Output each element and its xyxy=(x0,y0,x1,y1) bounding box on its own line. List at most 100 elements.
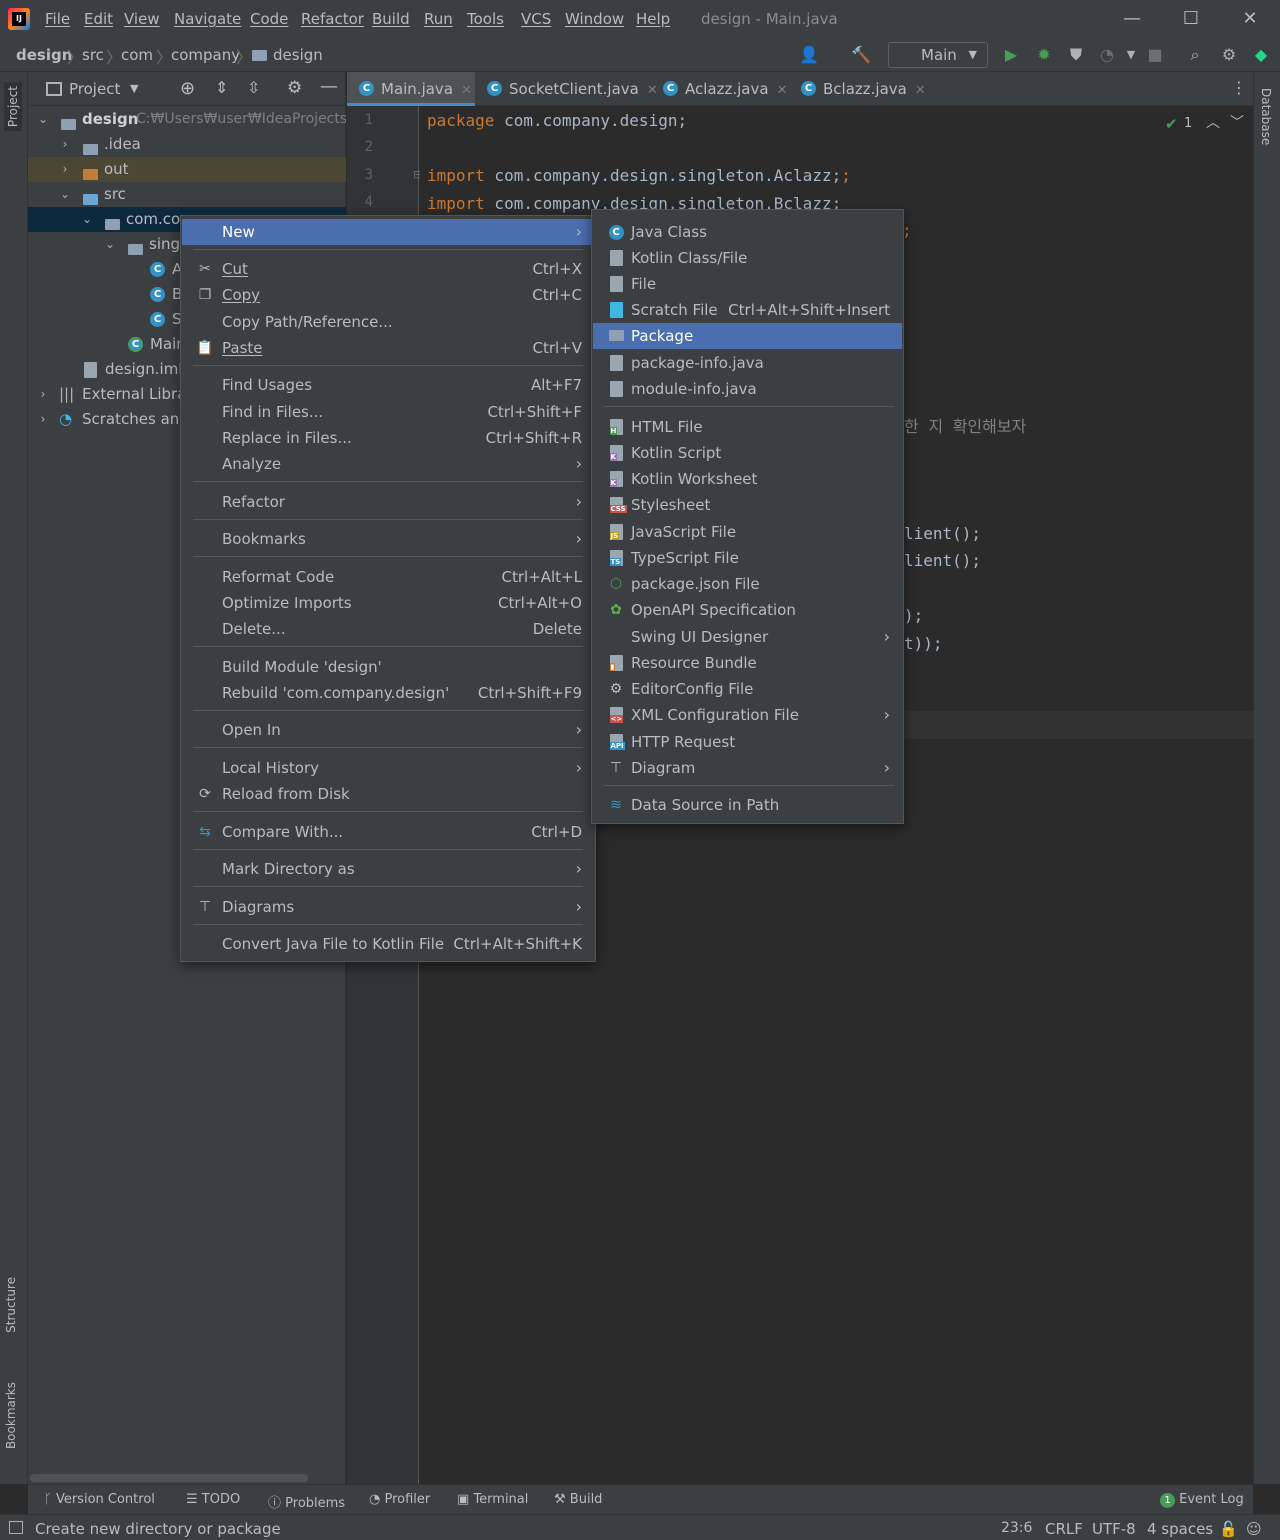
new-editorconfig-file[interactable]: ⚙ EditorConfig File xyxy=(593,676,902,702)
tree-item-out[interactable]: › out xyxy=(28,157,346,182)
event-log-tool[interactable]: 1 Event Log xyxy=(1160,1492,1244,1508)
menu-edit[interactable]: Edit xyxy=(84,10,113,28)
menu-item-new[interactable]: New › xyxy=(182,219,594,245)
close-button[interactable]: ✕ xyxy=(1237,6,1263,32)
hide-panel-icon[interactable]: — xyxy=(320,76,338,97)
menu-item-bookmarks[interactable]: Bookmarks › xyxy=(182,526,594,552)
coverage-icon[interactable]: ⛊ xyxy=(1065,44,1087,66)
menu-help[interactable]: Help xyxy=(636,10,670,28)
menu-build[interactable]: Build xyxy=(372,10,410,28)
menu-item-compare-with[interactable]: ⇆ Compare With... Ctrl+D xyxy=(182,819,594,845)
gear-icon[interactable]: ⚙ xyxy=(287,78,302,98)
new-package-json[interactable]: ⬡ package.json File xyxy=(593,571,902,597)
bookmarks-tool-tab[interactable]: Bookmarks xyxy=(4,1382,18,1449)
version-control-tool[interactable]: ᚴ Version Control xyxy=(44,1492,155,1507)
chevron-down-icon[interactable]: ⌄ xyxy=(80,207,94,232)
menu-item-build-module[interactable]: Build Module 'design' xyxy=(182,654,594,680)
menu-item-find-in-files[interactable]: Find in Files... Ctrl+Shift+F xyxy=(182,399,594,425)
menu-item-diagrams[interactable]: ⊤ Diagrams › xyxy=(182,894,594,920)
project-tool-tab[interactable]: Project xyxy=(4,82,22,132)
new-openapi-specification[interactable]: ✿ OpenAPI Specification xyxy=(593,597,902,623)
user-account-icon[interactable]: 👤▾ xyxy=(798,44,820,86)
new-scratch-file[interactable]: Scratch File Ctrl+Alt+Shift+Insert xyxy=(593,297,902,323)
profile-icon[interactable]: ◔ xyxy=(1096,44,1118,66)
close-tab-icon[interactable]: ✕ xyxy=(915,83,926,98)
menu-vcs[interactable]: VCS xyxy=(521,10,551,28)
menu-item-reformat-code[interactable]: Reformat Code Ctrl+Alt+L xyxy=(182,564,594,590)
inspection-ok-icon[interactable]: ✔ xyxy=(1165,115,1178,133)
minimize-button[interactable]: — xyxy=(1119,6,1145,32)
chevron-right-icon[interactable]: › xyxy=(58,132,72,157)
menu-item-copy-path[interactable]: Copy Path/Reference... xyxy=(182,309,594,335)
expand-all-icon[interactable]: ⇕ xyxy=(215,78,228,97)
chevron-right-icon[interactable]: › xyxy=(36,382,50,407)
menu-item-rebuild[interactable]: Rebuild 'com.company.design' Ctrl+Shift+F… xyxy=(182,680,594,706)
tab-socketclient-java[interactable]: C SocketClient.java ✕ xyxy=(475,72,658,106)
new-swing-ui-designer[interactable]: Swing UI Designer › xyxy=(593,624,902,650)
menu-item-optimize-imports[interactable]: Optimize Imports Ctrl+Alt+O xyxy=(182,590,594,616)
chevron-down-icon[interactable]: ▼ xyxy=(130,82,138,95)
toggle-tool-windows-icon[interactable] xyxy=(9,1521,23,1534)
new-java-class[interactable]: C Java Class xyxy=(593,219,902,245)
indent-setting[interactable]: 4 spaces xyxy=(1147,1520,1213,1538)
new-stylesheet[interactable]: CSS Stylesheet xyxy=(593,492,902,518)
new-xml-configuration-file[interactable]: <> XML Configuration File › xyxy=(593,702,902,728)
menu-item-reload-from-disk[interactable]: ⟳ Reload from Disk xyxy=(182,781,594,807)
stop-icon[interactable]: ■ xyxy=(1144,44,1166,66)
horizontal-scrollbar[interactable] xyxy=(30,1474,308,1482)
menu-item-analyze[interactable]: Analyze › xyxy=(182,451,594,477)
new-kotlin-script[interactable]: K Kotlin Script xyxy=(593,440,902,466)
menu-item-replace-in-files[interactable]: Replace in Files... Ctrl+Shift+R xyxy=(182,425,594,451)
debug-icon[interactable]: ✹ xyxy=(1033,44,1055,66)
settings-gear-icon[interactable]: ⚙ xyxy=(1218,44,1240,66)
build-tool[interactable]: ⚒ Build xyxy=(554,1492,602,1507)
tab-aclazz-java[interactable]: C Aclazz.java ✕ xyxy=(651,72,789,106)
new-html-file[interactable]: H HTML File xyxy=(593,414,902,440)
problems-tool[interactable]: ⓘ Problems xyxy=(268,1492,345,1511)
new-package[interactable]: Package xyxy=(593,323,902,349)
code-with-me-icon[interactable]: ◆ xyxy=(1250,44,1272,66)
profiler-tool[interactable]: ◔ Profiler xyxy=(369,1492,430,1507)
more-tabs-icon[interactable]: ⋮ xyxy=(1231,78,1247,97)
breadcrumb-src[interactable]: src xyxy=(82,46,104,64)
structure-tool-tab[interactable]: Structure xyxy=(4,1277,18,1333)
menu-item-refactor[interactable]: Refactor › xyxy=(182,489,594,515)
close-tab-icon[interactable]: ✕ xyxy=(777,83,788,98)
breadcrumb-com[interactable]: com xyxy=(121,46,153,64)
chevron-down-icon[interactable]: ⌄ xyxy=(103,232,117,257)
run-config-selector[interactable]: Main ▼ xyxy=(888,42,988,68)
menu-code[interactable]: Code xyxy=(250,10,288,28)
menu-refactor[interactable]: Refactor xyxy=(301,10,364,28)
run-icon[interactable]: ▶ xyxy=(1000,44,1022,66)
menu-file[interactable]: File xyxy=(45,10,70,28)
menu-item-local-history[interactable]: Local History › xyxy=(182,755,594,781)
maximize-button[interactable]: ☐ xyxy=(1178,6,1204,32)
new-kotlin-class-file[interactable]: Kotlin Class/File xyxy=(593,245,902,271)
new-module-info-java[interactable]: module-info.java xyxy=(593,376,902,402)
menu-navigate[interactable]: Navigate xyxy=(174,10,241,28)
menu-window[interactable]: Window xyxy=(565,10,624,28)
locate-crosshair-icon[interactable]: ⊕ xyxy=(180,78,195,99)
file-encoding[interactable]: UTF-8 xyxy=(1092,1520,1136,1538)
new-data-source-in-path[interactable]: ≋ Data Source in Path xyxy=(593,792,902,818)
menu-item-paste[interactable]: 📋 Paste Ctrl+V xyxy=(182,335,594,361)
breadcrumb-design-package[interactable]: design xyxy=(273,46,323,64)
new-diagram[interactable]: ⊤ Diagram › xyxy=(593,755,902,781)
build-hammer-icon[interactable]: 🔨 xyxy=(850,44,872,66)
new-http-request[interactable]: API HTTP Request xyxy=(593,729,902,755)
tab-main-java[interactable]: C Main.java ✕ xyxy=(347,72,475,106)
collapse-all-icon[interactable]: ⇳ xyxy=(247,78,260,97)
tree-item-design[interactable]: ⌄ design C:₩Users₩user₩IdeaProjects₩d xyxy=(28,107,346,132)
new-javascript-file[interactable]: JS JavaScript File xyxy=(593,519,902,545)
inspection-profile-icon[interactable]: ☺ xyxy=(1246,1520,1262,1538)
database-tool-tab[interactable]: Database xyxy=(1259,88,1273,145)
tree-item-idea[interactable]: › .idea xyxy=(28,132,346,157)
caret-position[interactable]: 23:6 xyxy=(1001,1520,1032,1536)
tree-item-src[interactable]: ⌄ src xyxy=(28,182,346,207)
new-package-info-java[interactable]: package-info.java xyxy=(593,350,902,376)
menu-item-open-in[interactable]: Open In › xyxy=(182,717,594,743)
menu-tools[interactable]: Tools xyxy=(467,10,504,28)
new-kotlin-worksheet[interactable]: K Kotlin Worksheet xyxy=(593,466,902,492)
line-separator[interactable]: CRLF xyxy=(1045,1520,1083,1538)
menu-item-cut[interactable]: ✂ Cut Ctrl+X xyxy=(182,256,594,282)
